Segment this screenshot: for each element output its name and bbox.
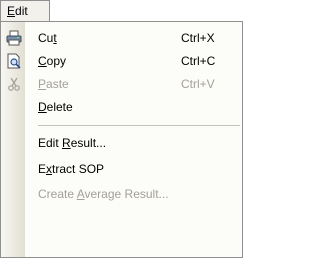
menu-item-label: Cut (38, 31, 57, 45)
menu-bar: Edit (0, 0, 244, 22)
menu-item-label: Edit Result... (38, 136, 107, 150)
menu-item-edit-result[interactable]: Edit Result... (1, 132, 242, 154)
menu-item-extract-sop[interactable]: Extract SOP (1, 158, 242, 180)
edit-menu-title-rest: dit (15, 4, 28, 18)
menu-item-paste[interactable]: Paste Ctrl+V (1, 73, 242, 95)
menu-item-cut[interactable]: Cut Ctrl+X (1, 27, 242, 49)
menu-item-label: Delete (38, 100, 73, 114)
menu-item-label: Create Average Result... (38, 187, 169, 201)
menu-item-label: Extract SOP (38, 162, 105, 176)
menu-item-label: Copy (38, 54, 67, 68)
edit-dropdown-menu: Cut Ctrl+X Copy Ctrl+C Paste Ctrl+V Dele… (0, 21, 243, 258)
menu-item-delete[interactable]: Delete (1, 96, 242, 118)
menu-item-label: Paste (38, 77, 69, 91)
print-preview-icon (6, 53, 22, 69)
scissors-icon (6, 76, 22, 92)
menu-item-shortcut: Ctrl+V (181, 77, 215, 91)
menu-item-shortcut: Ctrl+C (181, 54, 216, 68)
menu-item-create-average-result[interactable]: Create Average Result... (1, 183, 242, 205)
printer-icon (6, 30, 22, 46)
menu-item-copy[interactable]: Copy Ctrl+C (1, 50, 242, 72)
edit-menu-accelerator: E (7, 4, 16, 18)
menu-item-shortcut: Ctrl+X (181, 31, 215, 45)
edit-menu-title[interactable]: Edit (0, 0, 50, 21)
menu-separator (38, 125, 240, 126)
